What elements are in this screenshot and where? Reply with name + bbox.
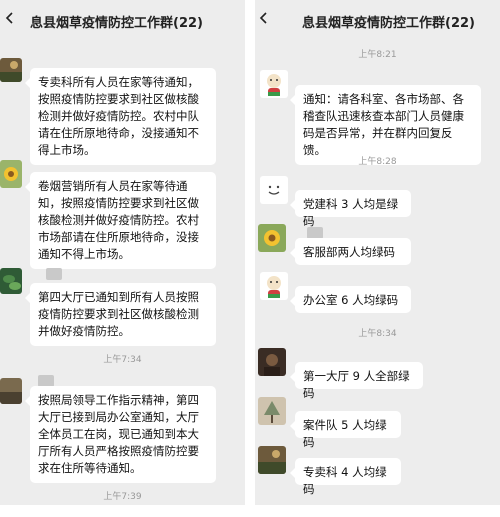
- message-bubble[interactable]: 客服部两人均绿码: [290, 238, 411, 265]
- chat-header: 息县烟草疫情防控工作群(22): [0, 0, 245, 38]
- chat-header: 息县烟草疫情防控工作群(22): [255, 0, 500, 38]
- group-title: 息县烟草疫情防控工作群(22): [30, 16, 203, 31]
- avatar-tree[interactable]: [258, 397, 286, 425]
- message-bubble[interactable]: 党建科 3 人均是绿码: [290, 190, 411, 228]
- avatar-cartoon[interactable]: [260, 70, 288, 98]
- avatar-landscape[interactable]: [0, 58, 22, 82]
- message-bubble[interactable]: 按照局领导工作指示精神，第四大厅已接到局办公室通知，大厅全体员工在岗，现已通知到…: [25, 386, 216, 483]
- avatar-flower[interactable]: [258, 224, 286, 252]
- right-chat-panel: 息县烟草疫情防控工作群(22) 上午8:21 通知：请各科室、各市场部、各稽查队…: [255, 0, 500, 505]
- back-arrow-icon[interactable]: [4, 12, 16, 24]
- avatar-landscape[interactable]: [258, 446, 286, 474]
- message-text: 党建科 3 人均是绿码: [303, 197, 399, 228]
- message-bubble[interactable]: 办公室 6 人均绿码: [290, 286, 411, 313]
- message-text: 第一大厅 9 人全部绿码: [303, 369, 410, 400]
- message-text: 按照局领导工作指示精神，第四大厅已接到局办公室通知，大厅全体员工在岗，现已通知到…: [38, 393, 199, 475]
- message-text: 第四大厅已通知到所有人员按照疫情防控要求到社区做核酸检测并做好疫情防控。: [38, 290, 199, 338]
- back-arrow-icon[interactable]: [258, 12, 270, 24]
- message-text: 案件队 5 人均绿码: [303, 418, 387, 449]
- timestamp: 上午7:34: [103, 355, 142, 365]
- message-bubble[interactable]: 专卖科所有人员在家等待通知，按照疫情防控要求到社区做核酸检测并做好疫情防控。农村…: [25, 68, 216, 165]
- bottom-margin: [0, 505, 500, 517]
- avatar-leaves[interactable]: [0, 268, 22, 294]
- avatar-cartoon[interactable]: [260, 272, 288, 300]
- message-bubble[interactable]: 第四大厅已通知到所有人员按照疫情防控要求到社区做核酸检测并做好疫情防控。: [25, 283, 216, 346]
- message-bubble[interactable]: 通知：请各科室、各市场部、各稽查队迅速核查本部门人员健康码是否异常，并在群内回复…: [290, 85, 481, 165]
- message-bubble[interactable]: 第一大厅 9 人全部绿码: [290, 362, 423, 400]
- message-bubble[interactable]: 专卖科 4 人均绿码: [290, 458, 401, 496]
- message-bubble[interactable]: 卷烟营销所有人员在家等待通知，按照疫情防控要求到社区做核酸检测并做好疫情防控。农…: [25, 172, 216, 269]
- message-text: 卷烟营销所有人员在家等待通知，按照疫情防控要求到社区做核酸检测并做好疫情防控。农…: [38, 179, 199, 261]
- left-chat-panel: 息县烟草疫情防控工作群(22) 专卖科所有人员在家等待通知，按照疫情防控要求到社…: [0, 0, 245, 505]
- group-title: 息县烟草疫情防控工作群(22): [302, 16, 475, 31]
- message-text: 专卖科所有人员在家等待通知，按照疫情防控要求到社区做核酸检测并做好疫情防控。农村…: [38, 75, 199, 157]
- message-text: 专卖科 4 人均绿码: [303, 465, 387, 496]
- timestamp: 上午7:39: [103, 492, 142, 502]
- message-text: 客服部两人均绿码: [303, 245, 395, 259]
- avatar-landscape[interactable]: [0, 378, 22, 404]
- message-text: 通知：请各科室、各市场部、各稽查队迅速核查本部门人员健康码是否异常，并在群内回复…: [303, 92, 464, 157]
- timestamp: 上午8:34: [358, 329, 397, 339]
- sender-name-blurred: [46, 268, 62, 280]
- message-bubble[interactable]: 案件队 5 人均绿码: [290, 411, 401, 449]
- timestamp: 上午8:21: [358, 50, 397, 60]
- avatar-dark-photo[interactable]: [258, 348, 286, 376]
- message-text: 办公室 6 人均绿码: [303, 293, 399, 307]
- avatar-flower[interactable]: [0, 160, 22, 188]
- avatar-smiley[interactable]: [260, 176, 288, 204]
- timestamp: 上午8:28: [358, 157, 397, 167]
